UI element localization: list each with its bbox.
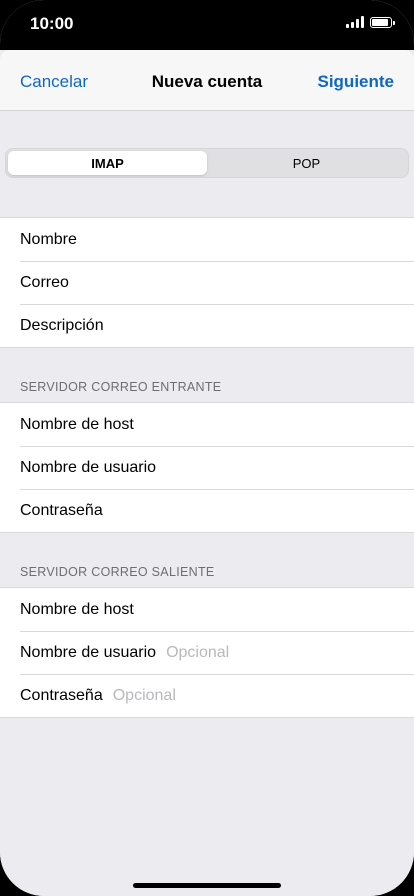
outgoing-username-field[interactable]: Nombre de usuario Opcional [0,631,414,674]
email-field[interactable]: Correo [0,261,414,304]
field-label: Descripción [20,316,104,334]
incoming-server-group: Nombre de host Nombre de usuario Contras… [0,402,414,533]
phone-screen: 10:00 Cancelar Nueva cuenta Siguiente IM… [0,0,414,896]
incoming-username-field[interactable]: Nombre de usuario [0,446,414,489]
section-header-label: SERVIDOR CORREO ENTRANTE [20,380,222,394]
field-label: Nombre de host [20,600,134,618]
outgoing-server-header: SERVIDOR CORREO SALIENTE [0,533,414,587]
status-bar: 10:00 [0,0,414,50]
spacer [0,111,414,145]
field-placeholder: Opcional [112,686,176,704]
battery-icon [370,16,395,28]
field-label: Correo [20,273,69,291]
field-label: Contraseña [20,686,103,704]
navigation-bar: Cancelar Nueva cuenta Siguiente [0,50,414,111]
status-icons [346,16,395,28]
protocol-selector-container: IMAP POP [0,145,414,183]
outgoing-server-group: Nombre de host Nombre de usuario Opciona… [0,587,414,718]
field-label: Nombre de host [20,415,134,433]
new-account-sheet: Cancelar Nueva cuenta Siguiente IMAP POP… [0,50,414,896]
home-indicator[interactable] [133,883,281,888]
name-field[interactable]: Nombre [0,218,414,261]
field-placeholder: Opcional [166,643,230,661]
notch [92,0,322,32]
field-label: Contraseña [20,501,103,519]
incoming-hostname-field[interactable]: Nombre de host [0,403,414,446]
field-label: Nombre de usuario [20,458,157,476]
next-button[interactable]: Siguiente [317,72,394,92]
description-field[interactable]: Descripción [0,304,414,347]
protocol-segmented-control: IMAP POP [5,148,409,178]
field-label: Nombre [20,230,77,248]
incoming-server-header: SERVIDOR CORREO ENTRANTE [0,348,414,402]
field-label: Nombre de usuario [20,643,157,661]
incoming-password-field[interactable]: Contraseña [0,489,414,532]
status-time: 10:00 [30,14,74,33]
outgoing-password-field[interactable]: Contraseña Opcional [0,674,414,717]
signal-icon [346,16,364,28]
segment-pop[interactable]: POP [207,151,406,175]
outgoing-hostname-field[interactable]: Nombre de host [0,588,414,631]
account-info-group: Nombre Correo Descripción [0,217,414,348]
section-header-label: SERVIDOR CORREO SALIENTE [20,565,215,579]
segment-imap[interactable]: IMAP [8,151,207,175]
spacer [0,183,414,217]
